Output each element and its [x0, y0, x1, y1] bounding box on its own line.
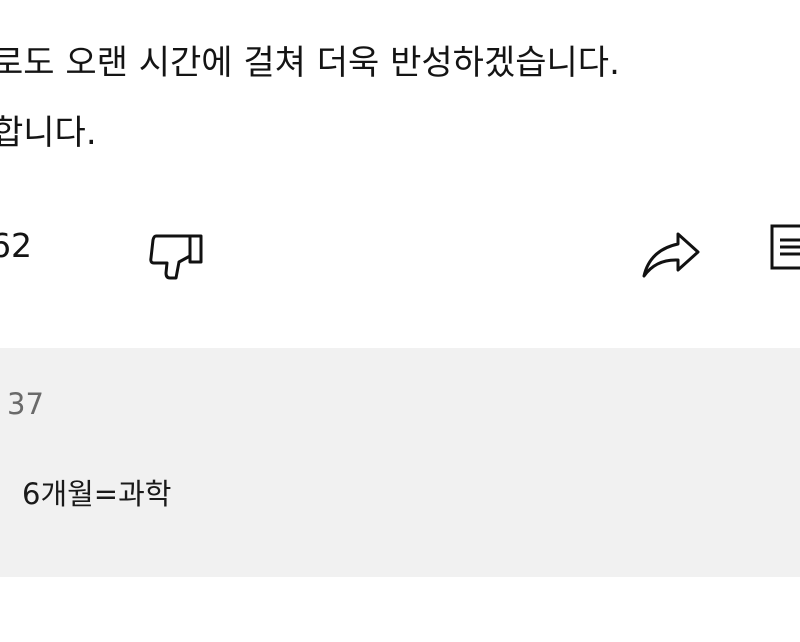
save-button[interactable]: [764, 220, 800, 270]
dislike-button[interactable]: [146, 220, 208, 282]
reply-preview-text: 6개월=과학: [22, 477, 172, 511]
like-count: 62: [0, 226, 32, 265]
save-to-playlist-icon: [770, 224, 800, 270]
share-arrow-icon: [642, 232, 700, 278]
reply-count: 37: [7, 387, 44, 421]
post-text-line: 합니다.: [0, 113, 97, 153]
share-button[interactable]: [636, 222, 706, 282]
replies-section[interactable]: 37 6개월=과학: [0, 348, 800, 577]
thumbs-down-icon: [149, 234, 203, 280]
post-text-line: 로도 오랜 시간에 걸쳐 더욱 반성하겠습니다.: [0, 43, 620, 83]
action-bar: 62: [0, 210, 800, 290]
